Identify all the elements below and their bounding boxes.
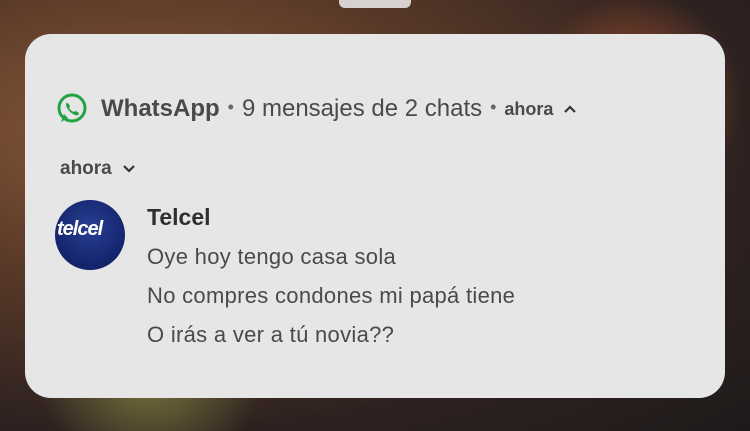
group-time-toggle[interactable]: ahora [60,158,136,180]
chevron-up-icon[interactable] [563,102,577,116]
separator-dot: • [227,96,234,117]
avatar: telcel [55,200,125,270]
notification-time: ahora [504,98,554,119]
avatar-logo-text: telcel [57,218,103,240]
separator-dot-2: • [490,96,497,117]
message-line: O irás a ver a tú novia?? [147,322,395,347]
message-list[interactable]: Oye hoy tengo casa sola No compres condo… [147,244,515,361]
whatsapp-icon [57,93,87,123]
chevron-down-icon[interactable] [122,162,136,176]
sender-name: Telcel [147,204,211,230]
group-time: ahora [60,158,112,179]
message-line: No compres condones mi papá tiene [147,283,516,308]
whatsapp-notification-card[interactable]: WhatsApp • 9 mensajes de 2 chats • ahora… [25,34,725,398]
message-line: Oye hoy tengo casa sola [147,244,397,269]
app-name: WhatsApp [101,95,220,122]
notification-header: WhatsApp • 9 mensajes de 2 chats • ahora [55,92,577,126]
notification-summary: 9 mensajes de 2 chats [241,95,483,122]
notification-shade-handle[interactable] [339,0,411,8]
